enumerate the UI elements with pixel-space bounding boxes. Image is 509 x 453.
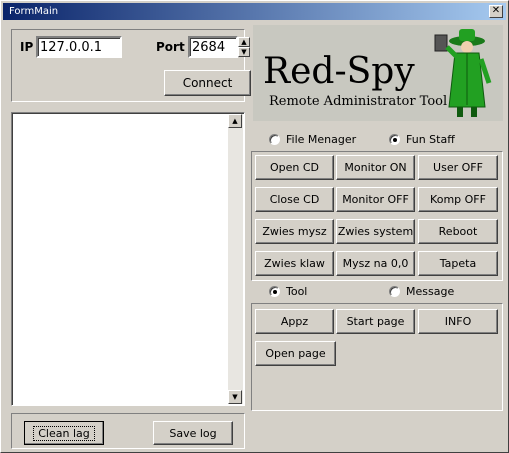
ip-input[interactable]: 127.0.0.1 <box>36 36 122 58</box>
title-bar[interactable]: FormMain ✕ <box>3 3 506 20</box>
radio-tool-label: Tool <box>286 285 308 298</box>
monitor-on-button[interactable]: Monitor ON <box>336 155 415 180</box>
save-log-button[interactable]: Save log <box>153 421 233 445</box>
zwies-mysz-button[interactable]: Zwies mysz <box>255 219 334 244</box>
port-down-arrow-icon[interactable]: ▼ <box>238 47 250 57</box>
clean-log-button[interactable]: Clean lag <box>24 421 104 445</box>
port-input[interactable]: 2684 <box>188 36 238 58</box>
connect-button[interactable]: Connect <box>164 70 251 96</box>
scroll-down-icon[interactable]: ▼ <box>228 390 242 404</box>
close-cd-button[interactable]: Close CD <box>255 187 334 212</box>
zwies-system-button[interactable]: Zwies system <box>336 219 415 244</box>
reboot-button[interactable]: Reboot <box>418 219 498 244</box>
port-label: Port <box>156 40 185 54</box>
tapeta-button[interactable]: Tapeta <box>418 251 498 276</box>
radio-file-menager-label: File Menager <box>286 133 357 146</box>
appz-button[interactable]: Appz <box>255 309 334 334</box>
logo-subtitle: Remote Administrator Tool <box>269 94 448 109</box>
logo-banner: Red-Spy Remote Administrator Tool <box>253 25 503 121</box>
close-button[interactable]: ✕ <box>489 5 503 18</box>
connection-panel: IP 127.0.0.1 Port 2684 ▲ ▼ Connect <box>11 29 251 102</box>
radio-fun-staff[interactable] <box>389 134 400 145</box>
ip-label: IP <box>20 40 34 54</box>
log-scrollbar[interactable]: ▲ ▼ <box>228 114 243 404</box>
spy-mascot-icon <box>434 29 492 117</box>
radio-message[interactable] <box>389 286 400 297</box>
info-button[interactable]: INFO <box>418 309 498 334</box>
mysz-na-0-button[interactable]: Mysz na 0,0 <box>336 251 415 276</box>
radio-message-label: Message <box>406 285 455 298</box>
close-icon: ✕ <box>491 5 501 16</box>
radio-fun-staff-label: Fun Staff <box>406 133 455 146</box>
tool-buttons-panel: Appz Start page INFO Open page <box>251 303 503 411</box>
start-page-button[interactable]: Start page <box>336 309 415 334</box>
radio-file-menager[interactable] <box>269 134 280 145</box>
zwies-klaw-button[interactable]: Zwies klaw <box>255 251 334 276</box>
port-up-arrow-icon[interactable]: ▲ <box>238 37 250 47</box>
clean-log-label: Clean lag <box>33 425 95 441</box>
log-controls-panel: Clean lag Save log <box>11 413 245 449</box>
logo-title: Red-Spy <box>263 51 415 92</box>
radio-tool[interactable] <box>269 286 280 297</box>
main-window: FormMain ✕ IP 127.0.0.1 Port 2684 ▲ ▼ Co… <box>0 0 509 453</box>
fun-buttons-panel: Open CD Monitor ON User OFF Close CD Mon… <box>251 151 503 281</box>
scroll-up-icon[interactable]: ▲ <box>228 114 242 128</box>
log-textarea[interactable]: ▲ ▼ <box>11 112 245 406</box>
user-off-button[interactable]: User OFF <box>418 155 498 180</box>
open-cd-button[interactable]: Open CD <box>255 155 334 180</box>
window-title: FormMain <box>9 6 59 17</box>
monitor-off-button[interactable]: Monitor OFF <box>336 187 415 212</box>
open-page-button[interactable]: Open page <box>255 341 336 366</box>
komp-off-button[interactable]: Komp OFF <box>418 187 498 212</box>
